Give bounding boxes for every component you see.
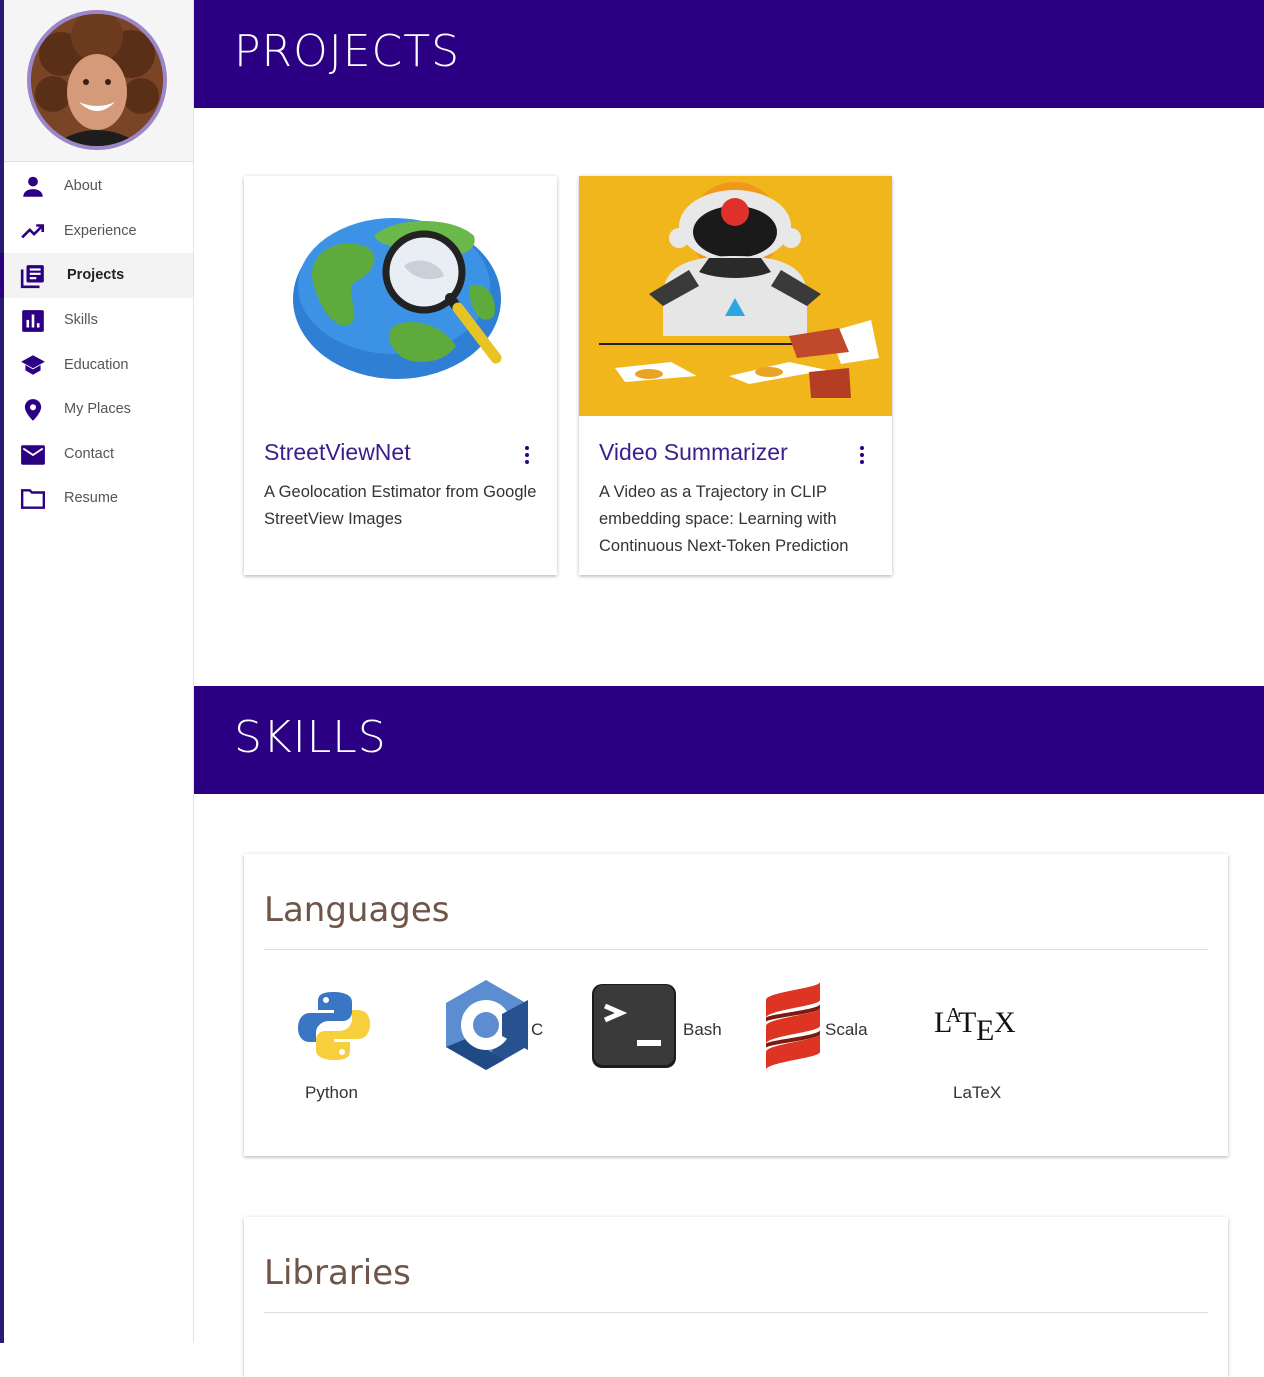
location-pin-icon [20,397,46,423]
sidebar-item-resume[interactable]: Resume [4,476,193,521]
sidebar-nav: About Experience Projects Skills Educati… [0,164,193,521]
sidebar-item-label: Contact [64,445,114,462]
bar-chart-icon [20,308,46,334]
sidebar: About Experience Projects Skills Educati… [0,0,194,1343]
svg-text:T: T [958,1006,976,1039]
sidebar-item-skills[interactable]: Skills [4,298,193,343]
project-title[interactable]: StreetViewNet [264,439,411,466]
trending-up-icon [20,219,46,245]
skill-label: C [531,1020,544,1039]
project-description: A Geolocation Estimator from Google Stre… [264,483,537,528]
skill-label: Bash [683,1020,722,1039]
skill-label: LaTeX [953,1083,1002,1102]
school-icon [20,352,46,378]
section-title: SKILLS [234,712,387,763]
skill-bash: Bash [591,982,722,1073]
person-icon [20,174,46,200]
latex-logo-icon: L A T E X [934,1003,1024,1050]
project-card[interactable]: Video Summarizer A Video as a Trajectory… [579,176,892,575]
project-title[interactable]: Video Summarizer [599,439,788,466]
languages-title: Languages [264,890,450,930]
robot-cards-illustration [579,176,892,416]
skill-c: C [444,978,543,1077]
more-vert-icon[interactable] [525,446,529,467]
sidebar-item-contact[interactable]: Contact [4,432,193,477]
sidebar-item-label: My Places [64,401,131,418]
libraries-title: Libraries [264,1253,411,1293]
scala-logo-icon [764,982,822,1074]
svg-text:E: E [976,1014,994,1046]
skill-label: Scala [825,1020,868,1039]
skill-latex: L A T E X LaTeX [934,1002,1024,1102]
skills-header: SKILLS [194,686,1264,794]
folder-icon [20,486,46,512]
sidebar-item-education[interactable]: Education [4,342,193,387]
terminal-icon [591,984,677,1072]
projects-header: PROJECTS [194,0,1264,108]
sidebar-item-label: Resume [64,490,118,507]
globe-magnifier-illustration [244,176,557,416]
sidebar-item-label: About [64,178,102,195]
sidebar-item-about[interactable]: About [4,164,193,209]
project-card[interactable]: StreetViewNet A Geolocation Estimator fr… [244,176,557,575]
more-vert-icon[interactable] [860,446,864,467]
skill-label: Python [305,1083,358,1102]
mail-icon [20,442,46,468]
avatar [27,10,167,150]
python-logo-icon [298,992,370,1066]
sidebar-item-experience[interactable]: Experience [4,209,193,254]
sidebar-item-label: Experience [64,222,137,239]
library-books-icon [20,263,46,289]
avatar-area [4,0,193,162]
divider [264,1312,1208,1313]
c-logo-icon [444,980,528,1076]
sidebar-item-label: Skills [64,312,98,329]
divider [264,949,1208,950]
sidebar-item-label: Projects [67,267,125,284]
skill-python: Python [298,990,370,1102]
sidebar-item-projects[interactable]: Projects [0,253,193,298]
sidebar-item-my-places[interactable]: My Places [4,387,193,432]
project-description: A Video as a Trajectory in CLIP embeddin… [599,483,849,555]
svg-text:X: X [994,1006,1016,1039]
sidebar-item-label: Education [64,356,129,373]
skill-scala: Scala [764,980,868,1075]
languages-card: Languages Python C Bash Scala L A T E X … [244,854,1228,1156]
libraries-card: Libraries [244,1217,1228,1377]
section-title: PROJECTS [234,26,461,77]
